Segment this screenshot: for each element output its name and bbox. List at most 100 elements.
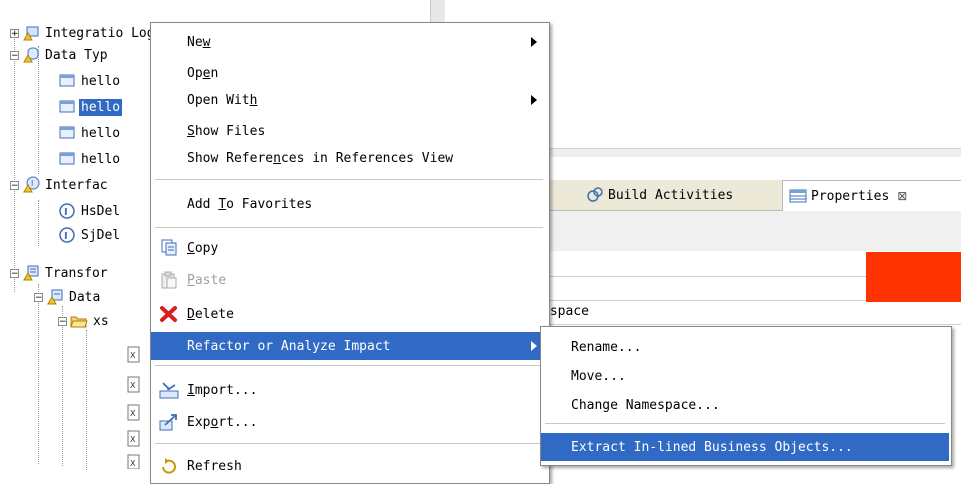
submenu-item-change-namespace[interactable]: Change Namespace... bbox=[541, 391, 949, 419]
redacted-value bbox=[866, 252, 961, 302]
collapse-icon[interactable]: − bbox=[34, 292, 43, 302]
tab-build-activities[interactable]: Build Activities bbox=[580, 180, 739, 210]
collapse-icon[interactable]: − bbox=[10, 180, 19, 190]
tree-item-label: Data bbox=[69, 289, 101, 305]
tree-item-label: SjDel bbox=[81, 227, 121, 243]
tab-label: Properties bbox=[811, 188, 890, 204]
property-row[interactable]: espace bbox=[520, 300, 961, 325]
menu-item-show-references[interactable]: Show References in References View bbox=[151, 145, 547, 171]
menu-item-label: New bbox=[187, 34, 211, 50]
interface-icon: I bbox=[58, 226, 76, 244]
copy-icon bbox=[159, 239, 179, 257]
tree-item-label: hello bbox=[79, 98, 123, 116]
menu-item-open-with[interactable]: Open With bbox=[151, 87, 547, 113]
tree-item-hsdel[interactable]: I HsDel bbox=[58, 200, 122, 222]
menu-item-label: Copy bbox=[187, 240, 219, 256]
business-object-icon bbox=[58, 98, 76, 116]
xsl-file-icon[interactable]: X bbox=[126, 430, 142, 452]
menu-item-label: Refactor or Analyze Impact bbox=[187, 338, 391, 354]
menu-item-open[interactable]: Open bbox=[151, 60, 547, 86]
tree-item-hello-3[interactable]: hello bbox=[58, 122, 122, 144]
properties-toolbar bbox=[520, 211, 961, 251]
editor-divider bbox=[520, 148, 961, 157]
tab-label: Build Activities bbox=[608, 187, 734, 203]
menu-separator bbox=[155, 365, 543, 366]
tree-item-label: hello bbox=[81, 125, 121, 141]
tree-item-hello-4[interactable]: hello bbox=[58, 148, 122, 170]
menu-item-paste[interactable]: Paste bbox=[151, 267, 547, 293]
submenu-item-rename[interactable]: Rename... bbox=[541, 333, 949, 361]
tree-item-xs-folder[interactable]: − xs bbox=[58, 310, 111, 332]
tree-item-data-maps[interactable]: − Data bbox=[34, 286, 102, 308]
menu-item-delete[interactable]: Delete bbox=[151, 301, 547, 327]
data-types-icon bbox=[22, 46, 40, 64]
tree-item-label: Data Typ bbox=[45, 47, 108, 63]
tree-scrollbar[interactable] bbox=[430, 0, 445, 22]
tree-item-transformations[interactable]: − Transfor bbox=[10, 262, 110, 284]
xsl-file-icon[interactable]: X bbox=[126, 404, 142, 426]
menu-separator bbox=[155, 179, 543, 180]
menu-item-new[interactable]: New bbox=[151, 29, 547, 55]
tree-item-hello-1[interactable]: hello bbox=[58, 70, 122, 92]
interface-folder-icon: I bbox=[22, 176, 40, 194]
menu-item-copy[interactable]: Copy bbox=[151, 235, 547, 261]
submenu-item-extract-inlined-business-objects[interactable]: Extract In-lined Business Objects... bbox=[541, 433, 949, 461]
menu-item-label: Add To Favorites bbox=[187, 196, 313, 212]
menu-item-show-files[interactable]: Show Files bbox=[151, 118, 547, 144]
submenu-arrow-icon bbox=[531, 37, 537, 47]
menu-separator bbox=[155, 443, 543, 444]
menu-separator bbox=[155, 227, 543, 228]
properties-icon bbox=[789, 188, 807, 204]
tree-guide bbox=[14, 32, 15, 292]
tab-properties[interactable]: Properties ⊠ bbox=[782, 180, 961, 211]
tree-item-sjdel[interactable]: I SjDel bbox=[58, 224, 122, 246]
svg-text:X: X bbox=[130, 459, 136, 468]
xsl-file-icon[interactable]: X bbox=[126, 376, 142, 398]
expand-icon[interactable]: + bbox=[10, 28, 19, 38]
tree-item-interfaces[interactable]: − I Interfac bbox=[10, 174, 110, 196]
menu-item-refactor[interactable]: Refactor or Analyze Impact bbox=[151, 332, 547, 360]
svg-text:X: X bbox=[130, 381, 136, 390]
menu-item-label: Refresh bbox=[187, 458, 242, 474]
menu-item-label: Delete bbox=[187, 306, 234, 322]
import-icon bbox=[159, 381, 179, 399]
submenu-item-label: Rename... bbox=[571, 339, 642, 355]
menu-item-import[interactable]: Import... bbox=[151, 377, 547, 403]
data-map-folder-icon bbox=[46, 288, 64, 306]
tree-item-label: Interfac bbox=[45, 177, 108, 193]
close-icon[interactable]: ⊠ bbox=[897, 189, 907, 203]
menu-item-label: Open bbox=[187, 65, 219, 81]
business-object-icon bbox=[58, 124, 76, 142]
tree-item-hello-2-selected[interactable]: hello bbox=[58, 96, 123, 118]
submenu-item-move[interactable]: Move... bbox=[541, 362, 949, 390]
tree-guide bbox=[86, 330, 87, 470]
menu-item-add-to-favorites[interactable]: Add To Favorites bbox=[151, 191, 547, 217]
menu-item-export[interactable]: Export... bbox=[151, 409, 547, 435]
collapse-icon[interactable]: − bbox=[58, 316, 67, 326]
submenu-arrow-icon bbox=[531, 341, 537, 351]
tree-item-label: xs bbox=[93, 313, 109, 329]
paste-icon bbox=[159, 271, 179, 289]
menu-item-label: Export... bbox=[187, 414, 258, 430]
xsl-file-icon[interactable]: X bbox=[126, 346, 142, 368]
folder-warning-icon bbox=[22, 24, 40, 42]
business-object-icon bbox=[58, 150, 76, 168]
svg-text:I: I bbox=[64, 207, 68, 218]
menu-item-label: Paste bbox=[187, 272, 227, 288]
tree-item-data-types[interactable]: − Data Typ bbox=[10, 44, 110, 66]
refresh-icon bbox=[159, 457, 179, 475]
tree-item-integration-logic[interactable]: + Integratio Logic bbox=[10, 22, 172, 44]
business-object-icon bbox=[58, 72, 76, 90]
collapse-icon[interactable]: − bbox=[10, 50, 19, 60]
submenu-item-label: Extract In-lined Business Objects... bbox=[571, 439, 853, 455]
svg-text:I: I bbox=[31, 179, 33, 188]
transformation-folder-icon bbox=[22, 264, 40, 282]
menu-item-refresh[interactable]: Refresh bbox=[151, 453, 547, 479]
svg-text:X: X bbox=[130, 435, 136, 444]
build-activities-icon bbox=[586, 186, 604, 204]
collapse-icon[interactable]: − bbox=[10, 268, 19, 278]
tree-item-label: Transfor bbox=[45, 265, 108, 281]
xsl-file-icon[interactable]: X bbox=[126, 454, 142, 473]
svg-text:X: X bbox=[130, 351, 136, 360]
tree-item-label: hello bbox=[81, 73, 121, 89]
